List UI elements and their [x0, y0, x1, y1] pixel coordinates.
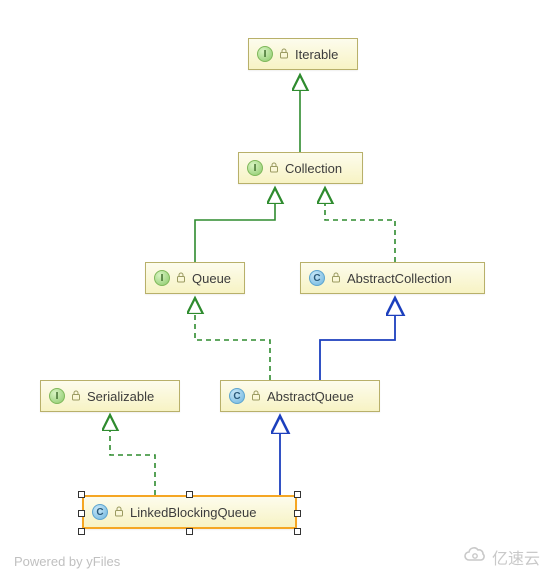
node-abstract-collection[interactable]: C AbstractCollection	[300, 262, 485, 294]
selection-handle[interactable]	[294, 491, 301, 498]
node-serializable[interactable]: I Serializable	[40, 380, 180, 412]
node-label: Collection	[285, 161, 342, 176]
node-label: AbstractCollection	[347, 271, 452, 286]
lock-icon	[71, 389, 81, 404]
brand-text: 亿速云	[492, 545, 540, 569]
lock-icon	[251, 389, 261, 404]
class-icon: C	[92, 504, 108, 520]
class-icon: C	[309, 270, 325, 286]
selection-handle[interactable]	[186, 528, 193, 535]
lock-icon	[176, 271, 186, 286]
node-queue[interactable]: I Queue	[145, 262, 245, 294]
node-abstract-queue[interactable]: C AbstractQueue	[220, 380, 380, 412]
node-linked-blocking-queue[interactable]: C LinkedBlockingQueue	[82, 495, 297, 529]
lock-icon	[114, 505, 124, 520]
powered-by-text: Powered by yFiles	[14, 554, 120, 569]
node-label: AbstractQueue	[267, 389, 354, 404]
selection-handle[interactable]	[294, 510, 301, 517]
selection-handle[interactable]	[78, 491, 85, 498]
lock-icon	[269, 161, 279, 176]
selection-handle[interactable]	[294, 528, 301, 535]
lock-icon	[331, 271, 341, 286]
node-label: Serializable	[87, 389, 154, 404]
interface-icon: I	[257, 46, 273, 62]
interface-icon: I	[154, 270, 170, 286]
node-label: Queue	[192, 271, 231, 286]
selection-handle[interactable]	[78, 510, 85, 517]
interface-icon: I	[49, 388, 65, 404]
selection-handle[interactable]	[186, 491, 193, 498]
node-label: Iterable	[295, 47, 338, 62]
node-label: LinkedBlockingQueue	[130, 505, 256, 520]
interface-icon: I	[247, 160, 263, 176]
node-iterable[interactable]: I Iterable	[248, 38, 358, 70]
diagram-canvas: I Iterable I Collection I Queue C Abstra…	[0, 0, 552, 585]
brand-watermark: 亿速云	[462, 545, 540, 569]
lock-icon	[279, 47, 289, 62]
selection-handle[interactable]	[78, 528, 85, 535]
cloud-icon	[462, 546, 488, 569]
node-collection[interactable]: I Collection	[238, 152, 363, 184]
class-icon: C	[229, 388, 245, 404]
